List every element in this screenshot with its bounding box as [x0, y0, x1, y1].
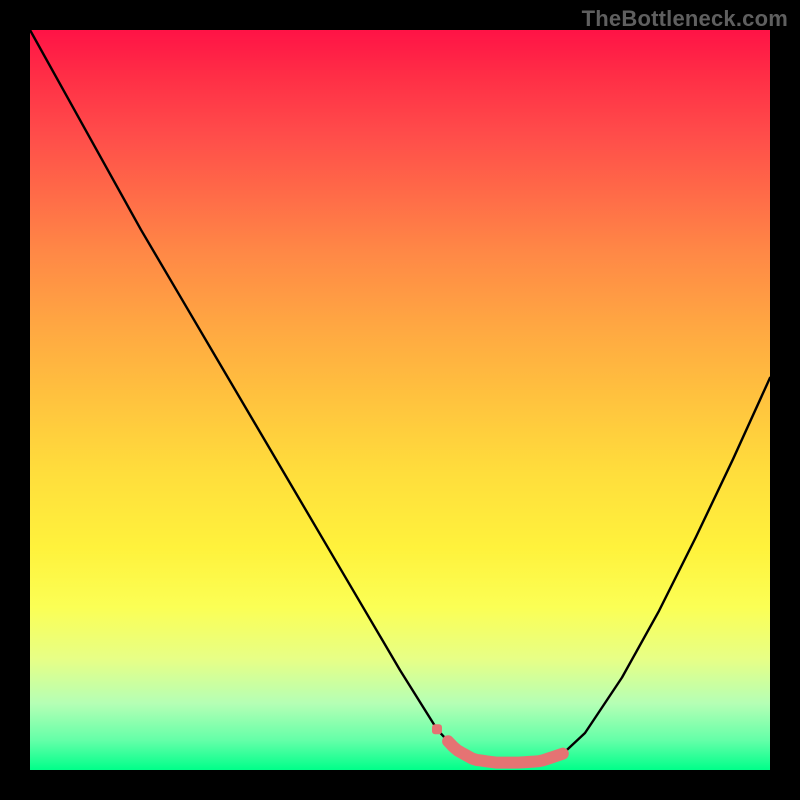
- curve-layer: [30, 30, 770, 770]
- watermark-text: TheBottleneck.com: [582, 6, 788, 32]
- chart-frame: TheBottleneck.com: [0, 0, 800, 800]
- plot-area: [30, 30, 770, 770]
- highlight-lead-marker: [432, 724, 442, 734]
- bottleneck-curve: [30, 30, 770, 763]
- highlight-segment: [448, 741, 563, 762]
